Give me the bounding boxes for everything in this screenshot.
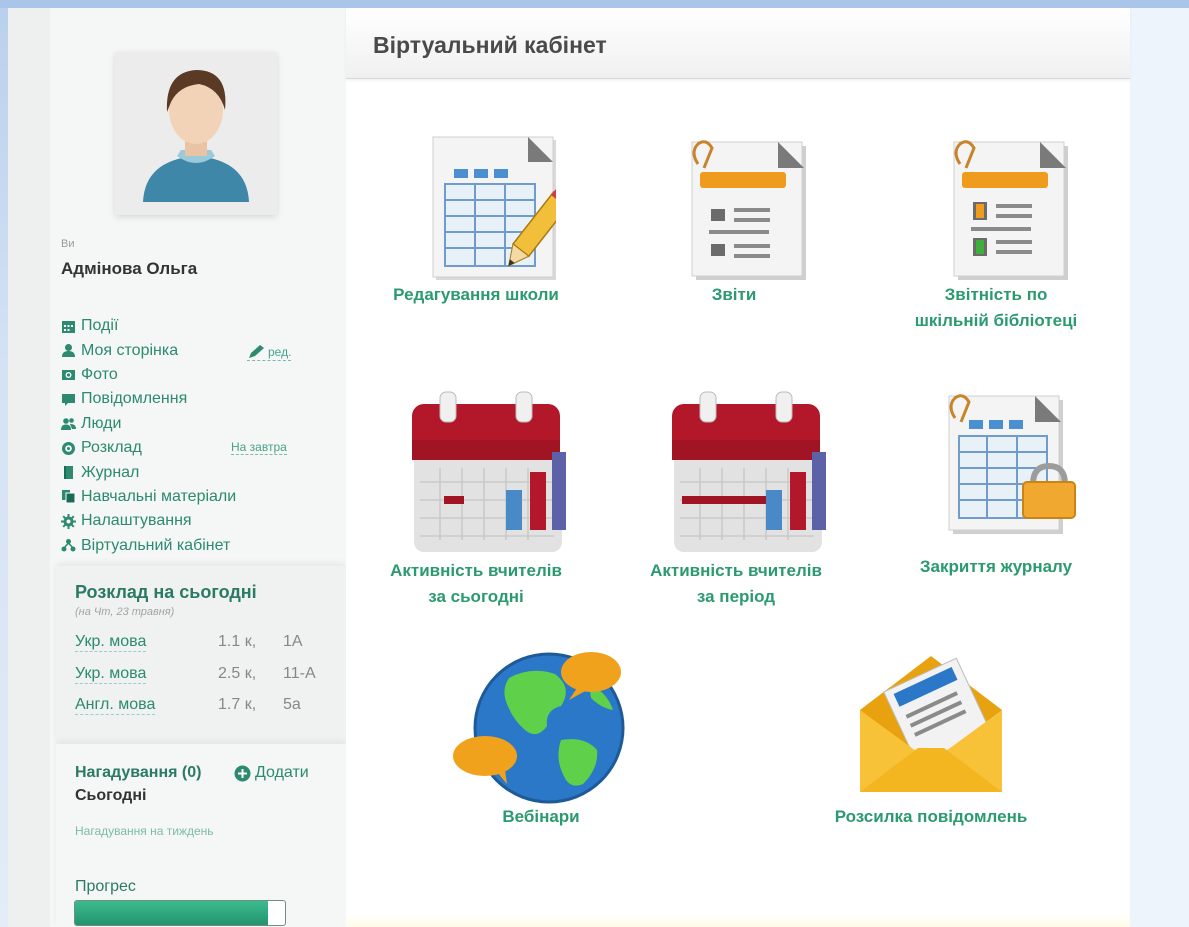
gear-icon bbox=[61, 513, 76, 529]
menu-label: Фото bbox=[81, 365, 118, 383]
reminders-week-link[interactable]: Нагадування на тиждень bbox=[75, 824, 214, 838]
reminders-title: Нагадування (0) bbox=[75, 764, 202, 781]
schedule-room: 2.5 к, bbox=[218, 665, 257, 682]
menu-item-virtual-cabinet[interactable]: Віртуальний кабінет bbox=[61, 534, 321, 558]
tile-reports[interactable]: Звіти bbox=[624, 134, 844, 308]
main-content: Віртуальний кабінет Редагування школи Зв… bbox=[346, 8, 1130, 927]
tile-label: Звіти bbox=[711, 285, 757, 304]
schedule-class: 11-А bbox=[283, 665, 316, 682]
clock-icon bbox=[62, 441, 75, 455]
menu-item-photo[interactable]: Фото bbox=[61, 363, 321, 387]
calendar-chart-icon bbox=[412, 391, 566, 552]
menu-label: Віртуальний кабінет bbox=[81, 536, 231, 554]
menu-label: Моя сторінка bbox=[81, 341, 179, 359]
bottom-strip bbox=[346, 914, 1130, 927]
progress-bar bbox=[74, 900, 286, 926]
schedule-subject-link[interactable]: Укр. мова bbox=[75, 665, 147, 684]
tile-label-line2: за період bbox=[696, 587, 776, 606]
tile-label: Активність вчителів bbox=[650, 561, 822, 580]
progress-label: Прогрес bbox=[75, 878, 136, 895]
documents-icon bbox=[62, 490, 76, 504]
menu-item-journal[interactable]: Журнал bbox=[61, 460, 321, 484]
user-name[interactable]: Адмінова Ольга bbox=[61, 259, 197, 279]
tile-message-mailing[interactable]: Розсилка повідомлень bbox=[806, 644, 1056, 830]
globe-chat-icon bbox=[453, 652, 625, 804]
you-label: Ви bbox=[61, 238, 75, 250]
menu-label: Повідомлення bbox=[81, 390, 188, 408]
today-schedule-panel: Розклад на сьогодні (на Чт, 23 травня) У… bbox=[56, 566, 346, 744]
menu-label: Розклад bbox=[81, 439, 142, 457]
envelope-icon bbox=[860, 656, 1002, 792]
reminders-today-heading: Сьогодні bbox=[75, 787, 147, 804]
page-title: Віртуальний кабінет bbox=[373, 32, 607, 58]
menu-item-events[interactable]: Події bbox=[61, 314, 321, 338]
menu-item-settings[interactable]: Налаштування bbox=[61, 509, 321, 533]
tile-library-reports[interactable]: Звітність по шкільній бібліотеці bbox=[886, 134, 1106, 334]
right-gutter bbox=[1130, 8, 1189, 927]
window-top-border bbox=[0, 0, 1189, 8]
tile-label: Звітність по bbox=[944, 285, 1048, 304]
schedule-class: 5а bbox=[283, 696, 301, 713]
tile-label-line2: за сьогодні bbox=[428, 587, 524, 606]
tile-teacher-activity-today[interactable]: Активність вчителів за сьогодні bbox=[366, 390, 586, 610]
plus-circle-icon bbox=[234, 765, 251, 781]
menu-item-people[interactable]: Люди bbox=[61, 412, 321, 436]
add-reminder-button[interactable]: Додати bbox=[234, 764, 309, 782]
schedule-room: 1.1 к, bbox=[218, 633, 257, 650]
user-icon bbox=[62, 344, 75, 358]
library-report-icon bbox=[953, 140, 1068, 280]
tile-teacher-activity-period[interactable]: Активність вчителів за період bbox=[626, 390, 846, 610]
tile-label: Активність вчителів bbox=[390, 561, 562, 580]
progress-fill bbox=[75, 901, 269, 925]
menu-label: Події bbox=[81, 317, 119, 335]
sitemap-icon bbox=[61, 539, 76, 552]
add-reminder-label: Додати bbox=[255, 764, 309, 781]
menu-label: Люди bbox=[81, 414, 122, 432]
menu-item-messages[interactable]: Повідомлення bbox=[61, 387, 321, 411]
schedule-room: 1.7 к, bbox=[218, 696, 257, 713]
tile-label: Вебінари bbox=[502, 807, 580, 826]
pencil-icon bbox=[249, 345, 264, 359]
avatar[interactable] bbox=[115, 52, 277, 215]
menu-item-my-page[interactable]: Моя сторінка ред. bbox=[61, 338, 321, 362]
camera-icon bbox=[62, 370, 75, 381]
tile-webinars[interactable]: Вебінари bbox=[436, 644, 646, 830]
schedule-row: Укр. мова 2.5 к, 11-А bbox=[75, 665, 335, 689]
calendar-period-icon bbox=[672, 391, 826, 552]
tile-close-journal[interactable]: Закриття журналу bbox=[886, 386, 1106, 580]
menu-label: Журнал bbox=[81, 463, 140, 481]
tile-school-editing[interactable]: Редагування школи bbox=[366, 134, 586, 308]
avatar-person-icon bbox=[115, 52, 277, 215]
book-icon bbox=[64, 466, 73, 480]
menu-item-materials[interactable]: Навчальні матеріали bbox=[61, 485, 321, 509]
message-icon bbox=[62, 393, 75, 406]
tile-label: Закриття журналу bbox=[919, 557, 1073, 576]
calendar-icon bbox=[62, 320, 75, 333]
schedule-date: (на Чт, 23 травня) bbox=[75, 606, 175, 618]
menu-label: Налаштування bbox=[81, 512, 192, 530]
people-icon bbox=[61, 418, 76, 431]
menu-label: Навчальні матеріали bbox=[81, 487, 237, 505]
main-header: Віртуальний кабінет bbox=[346, 8, 1130, 79]
schedule-title: Розклад на сьогодні bbox=[75, 582, 257, 602]
edit-table-icon bbox=[432, 136, 556, 280]
tomorrow-link[interactable]: На завтра bbox=[231, 440, 287, 455]
menu-item-schedule[interactable]: Розклад На завтра bbox=[61, 436, 321, 460]
sidebar-menu: Події Моя сторінка ред. Фото Повідомленн… bbox=[61, 314, 321, 558]
tile-label: Редагування школи bbox=[393, 285, 559, 304]
schedule-subject-link[interactable]: Укр. мова bbox=[75, 633, 147, 652]
locked-journal-icon bbox=[948, 394, 1076, 534]
schedule-class: 1А bbox=[283, 633, 303, 650]
schedule-row: Англ. мова 1.7 к, 5а bbox=[75, 696, 335, 720]
reminders-panel: Нагадування (0) Додати Сьогодні Нагадува… bbox=[56, 744, 346, 927]
edit-label: ред. bbox=[268, 345, 292, 360]
schedule-subject-link[interactable]: Англ. мова bbox=[75, 696, 156, 715]
schedule-row: Укр. мова 1.1 к, 1А bbox=[75, 633, 335, 657]
tile-label: Розсилка повідомлень bbox=[834, 807, 1028, 826]
tile-label-line2: шкільній бібліотеці bbox=[914, 311, 1078, 330]
edit-profile-link[interactable]: ред. bbox=[247, 344, 292, 362]
report-icon bbox=[691, 140, 806, 280]
